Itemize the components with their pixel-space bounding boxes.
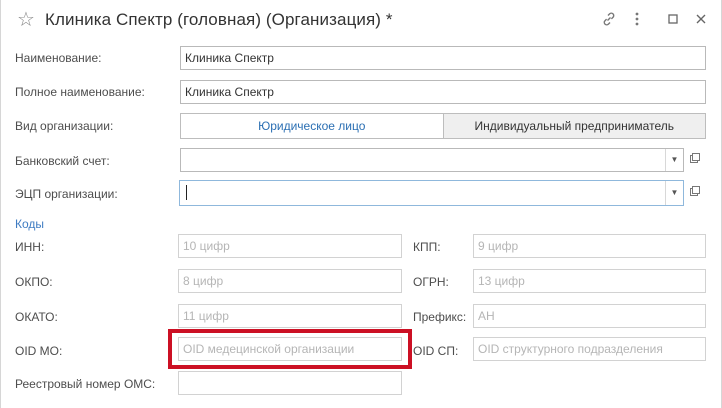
oms-label: Реестровый номер ОМС: xyxy=(15,377,156,391)
star-icon[interactable]: ☆ xyxy=(15,9,37,31)
name-label: Наименование: xyxy=(15,51,102,65)
bank-account-input[interactable]: ▼ xyxy=(180,148,684,172)
oms-input[interactable] xyxy=(178,371,402,395)
signature-label: ЭЦП организации: xyxy=(15,187,118,201)
okato-placeholder: 11 цифр xyxy=(183,309,229,323)
okpo-placeholder: 8 цифр xyxy=(183,274,224,288)
bank-account-label: Банковский счет: xyxy=(15,154,110,168)
oid-mo-label: OID МО: xyxy=(15,344,63,358)
kpp-placeholder: 9 цифр xyxy=(478,239,519,253)
inn-input[interactable]: 10 цифр xyxy=(178,234,402,258)
full-name-value: Клиника Спектр xyxy=(185,85,274,99)
oid-mo-input[interactable]: OID медецинской организации xyxy=(178,337,402,361)
signature-input[interactable]: ▼ xyxy=(179,180,684,206)
oid-sp-label: OID СП: xyxy=(413,344,459,358)
open-icon[interactable] xyxy=(685,181,705,205)
text-caret xyxy=(186,185,187,200)
title-bar: ☆ Клиника Спектр (головная) (Организация… xyxy=(1,0,722,42)
codes-section-title: Коды xyxy=(15,217,45,231)
org-type-legal-entity[interactable]: Юридическое лицо xyxy=(181,114,443,138)
oid-mo-placeholder: OID медецинской организации xyxy=(183,342,355,356)
kpp-input[interactable]: 9 цифр xyxy=(473,234,706,258)
kpp-label: КПП: xyxy=(413,240,441,254)
org-type-individual[interactable]: Индивидуальный предприниматель xyxy=(442,114,705,138)
okpo-label: ОКПО: xyxy=(15,275,53,289)
ogrn-placeholder: 13 цифр xyxy=(478,274,525,288)
more-icon[interactable] xyxy=(627,11,647,31)
maximize-icon[interactable] xyxy=(663,11,683,31)
prefix-label: Префикс: xyxy=(413,310,467,324)
link-icon[interactable] xyxy=(599,11,619,31)
org-type-selector: Юридическое лицо Индивидуальный предприн… xyxy=(180,113,706,139)
oid-sp-input[interactable]: OID структурного подразделения xyxy=(473,337,706,361)
open-icon[interactable] xyxy=(685,148,705,172)
prefix-placeholder: АН xyxy=(478,309,495,323)
full-name-input[interactable]: Клиника Спектр xyxy=(180,80,706,104)
okato-input[interactable]: 11 цифр xyxy=(178,304,402,328)
full-name-label: Полное наименование: xyxy=(15,85,145,99)
ogrn-input[interactable]: 13 цифр xyxy=(473,269,706,293)
close-icon[interactable] xyxy=(691,11,711,31)
organization-form-window: ☆ Клиника Спектр (головная) (Организация… xyxy=(0,0,722,408)
inn-placeholder: 10 цифр xyxy=(183,239,230,253)
chevron-down-icon[interactable]: ▼ xyxy=(665,181,683,205)
okato-label: ОКАТО: xyxy=(15,310,58,324)
name-input[interactable]: Клиника Спектр xyxy=(180,46,706,70)
name-value: Клиника Спектр xyxy=(185,51,274,65)
window-title: Клиника Спектр (головная) (Организация) … xyxy=(45,10,393,29)
prefix-input[interactable]: АН xyxy=(473,304,706,328)
okpo-input[interactable]: 8 цифр xyxy=(178,269,402,293)
inn-label: ИНН: xyxy=(15,240,45,254)
ogrn-label: ОГРН: xyxy=(413,275,449,289)
chevron-down-icon[interactable]: ▼ xyxy=(665,149,683,171)
org-type-label: Вид организации: xyxy=(15,119,114,133)
oid-sp-placeholder: OID структурного подразделения xyxy=(478,342,663,356)
